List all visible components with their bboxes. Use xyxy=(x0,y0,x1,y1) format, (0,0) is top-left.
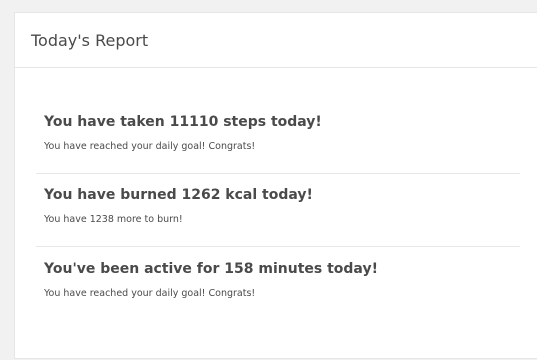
card-header: Today's Report xyxy=(15,13,537,68)
calories-headline: You have burned 1262 kcal today! xyxy=(44,187,313,203)
activity-detail: You have reached your daily goal! Congra… xyxy=(44,288,256,299)
report-card: Today's Report You have taken 11110 step… xyxy=(14,12,537,359)
activity-stat: You've been active for 158 minutes today… xyxy=(36,247,520,315)
calories-stat: You have burned 1262 kcal today! You hav… xyxy=(36,174,520,247)
report-title: Today's Report xyxy=(31,30,149,50)
steps-stat: You have taken 11110 steps today! You ha… xyxy=(36,113,520,174)
steps-headline: You have taken 11110 steps today! xyxy=(44,114,322,130)
card-body: You have taken 11110 steps today! You ha… xyxy=(15,68,537,315)
steps-detail: You have reached your daily goal! Congra… xyxy=(44,141,256,152)
activity-headline: You've been active for 158 minutes today… xyxy=(44,261,378,277)
calories-detail: You have 1238 more to burn! xyxy=(44,214,183,225)
